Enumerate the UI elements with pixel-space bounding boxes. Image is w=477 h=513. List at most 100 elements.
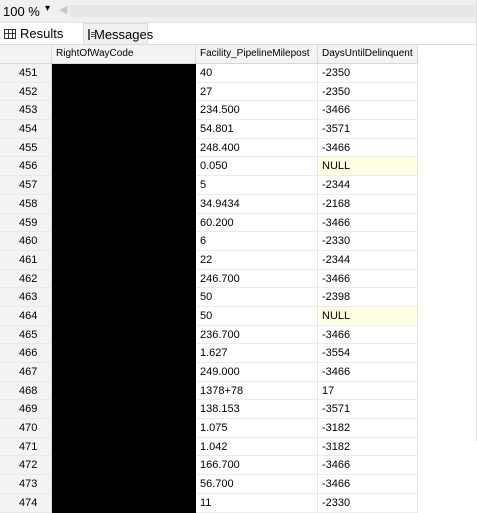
days-until-delinquent-cell[interactable]: 17 <box>318 381 418 401</box>
table-row[interactable]: 463 50 -2398 <box>0 288 418 307</box>
table-row[interactable]: 466 1.627 -3554 <box>0 344 418 363</box>
row-number[interactable]: 451 <box>0 64 52 83</box>
redacted-cell[interactable] <box>52 232 196 251</box>
days-until-delinquent-cell[interactable]: -3182 <box>318 419 418 438</box>
days-until-delinquent-cell[interactable]: -3466 <box>318 269 418 289</box>
milepost-cell[interactable]: 6 <box>196 232 318 251</box>
table-row[interactable]: 457 5 -2344 <box>0 176 418 195</box>
milepost-cell[interactable]: 54.801 <box>196 120 318 139</box>
row-number[interactable]: 458 <box>0 194 52 214</box>
days-until-delinquent-cell[interactable]: -3554 <box>318 344 418 363</box>
days-until-delinquent-cell[interactable]: NULL <box>318 157 418 177</box>
redacted-cell[interactable] <box>52 381 196 401</box>
milepost-cell[interactable]: 236.700 <box>196 325 318 345</box>
row-number[interactable]: 468 <box>0 381 52 401</box>
table-row[interactable]: 473 56.700 -3466 <box>0 475 418 494</box>
redacted-cell[interactable] <box>52 101 196 121</box>
table-row[interactable]: 468 1378+78 17 <box>0 381 418 401</box>
redacted-cell[interactable] <box>52 213 196 233</box>
redacted-cell[interactable] <box>52 269 196 289</box>
redacted-cell[interactable] <box>52 456 196 476</box>
redacted-cell[interactable] <box>52 176 196 195</box>
days-until-delinquent-cell[interactable]: -3571 <box>318 400 418 420</box>
table-row[interactable]: 454 54.801 -3571 <box>0 120 418 139</box>
table-row[interactable]: 469 138.153 -3571 <box>0 400 418 420</box>
days-until-delinquent-cell[interactable]: -3466 <box>318 325 418 345</box>
row-number[interactable]: 461 <box>0 250 52 270</box>
horizontal-scrollbar[interactable] <box>70 5 475 17</box>
table-row[interactable]: 462 246.700 -3466 <box>0 269 418 289</box>
row-number[interactable]: 474 <box>0 493 52 513</box>
milepost-cell[interactable]: 11 <box>196 493 318 513</box>
row-number[interactable]: 456 <box>0 157 52 177</box>
milepost-cell[interactable]: 138.153 <box>196 400 318 420</box>
days-until-delinquent-cell[interactable]: -2350 <box>318 64 418 83</box>
table-row[interactable]: 464 50 NULL <box>0 306 418 326</box>
table-row[interactable]: 467 249.000 -3466 <box>0 363 418 382</box>
milepost-cell[interactable]: 56.700 <box>196 475 318 494</box>
milepost-cell[interactable]: 248.400 <box>196 138 318 158</box>
redacted-cell[interactable] <box>52 120 196 139</box>
redacted-cell[interactable] <box>52 475 196 494</box>
table-row[interactable]: 461 22 -2344 <box>0 250 418 270</box>
milepost-cell[interactable]: 22 <box>196 250 318 270</box>
zoom-level-select[interactable]: 100 % <box>3 4 40 19</box>
days-until-delinquent-cell[interactable]: -3466 <box>318 363 418 382</box>
table-row[interactable]: 472 166.700 -3466 <box>0 456 418 476</box>
redacted-cell[interactable] <box>52 194 196 214</box>
redacted-cell[interactable] <box>52 493 196 513</box>
redacted-cell[interactable] <box>52 82 196 102</box>
row-number[interactable]: 470 <box>0 419 52 438</box>
days-until-delinquent-cell[interactable]: -3466 <box>318 138 418 158</box>
table-row[interactable]: 456 0.050 NULL <box>0 157 418 177</box>
column-header-daysuntildelinquent[interactable]: DaysUntilDelinquent <box>318 45 418 63</box>
days-until-delinquent-cell[interactable]: -3571 <box>318 120 418 139</box>
redacted-cell[interactable] <box>52 344 196 363</box>
row-number-header[interactable] <box>0 45 52 63</box>
scroll-left-arrow-icon[interactable]: ◀ <box>59 3 67 16</box>
redacted-cell[interactable] <box>52 288 196 307</box>
milepost-cell[interactable]: 34.9434 <box>196 194 318 214</box>
days-until-delinquent-cell[interactable]: -3466 <box>318 475 418 494</box>
days-until-delinquent-cell[interactable]: -2350 <box>318 82 418 102</box>
milepost-cell[interactable]: 50 <box>196 306 318 326</box>
table-row[interactable]: 474 11 -2330 <box>0 493 418 513</box>
milepost-cell[interactable]: 246.700 <box>196 269 318 289</box>
table-row[interactable]: 452 27 -2350 <box>0 82 418 102</box>
milepost-cell[interactable]: 166.700 <box>196 456 318 476</box>
milepost-cell[interactable]: 0.050 <box>196 157 318 177</box>
table-row[interactable]: 455 248.400 -3466 <box>0 138 418 158</box>
table-row[interactable]: 465 236.700 -3466 <box>0 325 418 345</box>
redacted-cell[interactable] <box>52 64 196 83</box>
table-row[interactable]: 459 60.200 -3466 <box>0 213 418 233</box>
redacted-cell[interactable] <box>52 325 196 345</box>
column-header-facility-pipelinemilepost[interactable]: Facility_PipelineMilepost <box>196 45 318 63</box>
row-number[interactable]: 453 <box>0 101 52 121</box>
days-until-delinquent-cell[interactable]: -2168 <box>318 194 418 214</box>
row-number[interactable]: 463 <box>0 288 52 307</box>
milepost-cell[interactable]: 27 <box>196 82 318 102</box>
milepost-cell[interactable]: 60.200 <box>196 213 318 233</box>
days-until-delinquent-cell[interactable]: -3466 <box>318 456 418 476</box>
redacted-cell[interactable] <box>52 419 196 438</box>
milepost-cell[interactable]: 234.500 <box>196 101 318 121</box>
table-row[interactable]: 458 34.9434 -2168 <box>0 194 418 214</box>
days-until-delinquent-cell[interactable]: -2344 <box>318 250 418 270</box>
row-number[interactable]: 462 <box>0 269 52 289</box>
results-grid[interactable]: RightOfWayCode Facility_PipelineMilepost… <box>0 45 477 513</box>
redacted-cell[interactable] <box>52 250 196 270</box>
row-number[interactable]: 473 <box>0 475 52 494</box>
redacted-cell[interactable] <box>52 400 196 420</box>
row-number[interactable]: 459 <box>0 213 52 233</box>
row-number[interactable]: 455 <box>0 138 52 158</box>
row-number[interactable]: 472 <box>0 456 52 476</box>
days-until-delinquent-cell[interactable]: -3466 <box>318 213 418 233</box>
days-until-delinquent-cell[interactable]: -2398 <box>318 288 418 307</box>
chevron-down-icon[interactable]: ▾ <box>45 3 50 14</box>
table-row[interactable]: 453 234.500 -3466 <box>0 101 418 121</box>
row-number[interactable]: 465 <box>0 325 52 345</box>
milepost-cell[interactable]: 40 <box>196 64 318 83</box>
table-row[interactable]: 470 1.075 -3182 <box>0 419 418 438</box>
days-until-delinquent-cell[interactable]: -3466 <box>318 101 418 121</box>
row-number[interactable]: 457 <box>0 176 52 195</box>
